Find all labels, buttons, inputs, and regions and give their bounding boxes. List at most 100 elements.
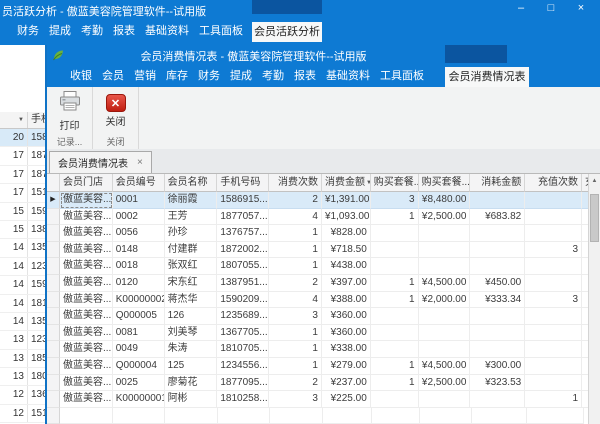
- vertical-scrollbar[interactable]: ▲: [588, 174, 600, 424]
- ribbon-tab[interactable]: 工具面板: [375, 67, 429, 83]
- table-row[interactable]: 傲蓝美容...Q0000051261235689...3¥360.00: [47, 308, 589, 325]
- back-table-row[interactable]: 1415902: [0, 276, 45, 294]
- column-header[interactable]: 会员名称: [165, 174, 218, 192]
- cell-pkg_count: [371, 341, 419, 358]
- back-table-row[interactable]: 1213600: [0, 386, 45, 404]
- maximize-icon[interactable]: □: [536, 0, 566, 18]
- minimize-icon[interactable]: –: [506, 0, 536, 18]
- ribbon-tab[interactable]: 会员: [97, 67, 129, 83]
- cell-count: 1: [269, 225, 322, 242]
- ribbon-tab[interactable]: 营销: [129, 67, 161, 83]
- ribbon-tab[interactable]: 收银: [65, 67, 97, 83]
- cell-name: 宋东红: [165, 275, 218, 292]
- table-row[interactable]: 傲蓝美容...0056孙珍1376757...1¥828.00: [47, 225, 589, 242]
- tab-close-icon[interactable]: ×: [137, 157, 143, 168]
- column-header[interactable]: 消耗金额: [470, 174, 525, 192]
- back-table-row[interactable]: 1418102: [0, 295, 45, 313]
- table-row[interactable]: 傲蓝美容...0148付建群1872002...1¥718.503: [47, 242, 589, 259]
- back-table-row[interactable]: 1413576: [0, 313, 45, 331]
- cell-phone: 1387951...: [217, 275, 269, 292]
- back-table-row[interactable]: 1312345: [0, 331, 45, 349]
- ribbon-tab[interactable]: 报表: [108, 22, 140, 38]
- cell-phone: 1810258...: [217, 391, 269, 408]
- ribbon-tab[interactable]: 工具面板: [194, 22, 248, 38]
- print-button[interactable]: 打印: [59, 87, 81, 135]
- back-table-row[interactable]: 1515975: [0, 203, 45, 221]
- ribbon-tab[interactable]: 基础资料: [140, 22, 194, 38]
- back-table-row[interactable]: 1215179: [0, 405, 45, 423]
- column-header[interactable]: 会员编号: [113, 174, 165, 192]
- back-table-row[interactable]: 1718770: [0, 147, 45, 165]
- cell-consumed: ¥323.53: [470, 375, 525, 392]
- back-table-row[interactable]: 1718720: [0, 166, 45, 184]
- row-indicator: [47, 308, 60, 325]
- cell-empty: [372, 408, 420, 424]
- cell-empty: [527, 408, 584, 424]
- table-row[interactable]: 傲蓝美容...Q0000041251234556...1¥279.001¥4,5…: [47, 358, 589, 375]
- column-header[interactable]: 会员门店: [60, 174, 113, 192]
- front-ribbon-tabs: 会员消费情况表 收银会员营销库存财务提成考勤报表基础资料工具面板: [47, 63, 600, 87]
- table-row[interactable]: 傲蓝美容...0049朱涛1810705...1¥338.00: [47, 341, 589, 358]
- ribbon-tab[interactable]: 提成: [44, 22, 76, 38]
- cell-consumed: [470, 225, 525, 242]
- table-row[interactable]: 傲蓝美容...0081刘美琴1367705...1¥360.00: [47, 325, 589, 342]
- row-indicator: [47, 275, 60, 292]
- table-row[interactable]: 傲蓝美容...0025廖菊花1877095...2¥237.001¥2,500.…: [47, 375, 589, 392]
- table-row[interactable]: 傲蓝美容...0120宋东红1387951...2¥397.001¥4,500.…: [47, 275, 589, 292]
- cell-pkg_amount: ¥4,500.00: [419, 275, 471, 292]
- cell-empty: [420, 408, 472, 424]
- back-phone-header[interactable]: 手机: [28, 112, 45, 128]
- column-header[interactable]: 购买套餐...: [419, 174, 471, 192]
- cell-count: 2: [269, 275, 322, 292]
- close-report-button[interactable]: ✕ 关闭: [106, 87, 126, 135]
- back-sort-header[interactable]: ▼: [0, 112, 28, 128]
- back-table-row[interactable]: 1412356: [0, 258, 45, 276]
- cell-consumed: [470, 341, 525, 358]
- ribbon-tab[interactable]: 财务: [12, 22, 44, 38]
- cell-phone: 1376757...: [217, 225, 269, 242]
- cell-id: 0001: [113, 192, 165, 209]
- ribbon-tab[interactable]: 报表: [289, 67, 321, 83]
- column-header[interactable]: 手机号码: [217, 174, 269, 192]
- close-icon[interactable]: ×: [566, 0, 596, 18]
- column-header[interactable]: 购买套餐...: [371, 174, 419, 192]
- table-row[interactable]: 傲蓝美容...0002王芳1877057...4¥1,093.001¥2,500…: [47, 209, 589, 226]
- ribbon-tab[interactable]: 基础资料: [321, 67, 375, 83]
- cell-id: 0049: [113, 341, 165, 358]
- column-header[interactable]: 消费次数: [269, 174, 322, 192]
- column-header[interactable]: 充值次数: [525, 174, 582, 192]
- cell-consumed: ¥450.00: [470, 275, 525, 292]
- back-table-row[interactable]: 1715170: [0, 184, 45, 202]
- cell-count: 14: [0, 295, 28, 312]
- back-active-tab[interactable]: 会员活跃分析: [252, 22, 322, 42]
- back-table-row[interactable]: 1318070: [0, 368, 45, 386]
- front-active-tab[interactable]: 会员消费情况表: [445, 67, 529, 87]
- cell-consumed: [470, 308, 525, 325]
- ribbon-tab[interactable]: 考勤: [76, 22, 108, 38]
- table-row[interactable]: 傲蓝美容...K00000001阿彬1810258...3¥225.001: [47, 391, 589, 408]
- column-header[interactable]: 消费金额▼: [322, 174, 371, 192]
- table-row[interactable]: ▶傲蓝美容...0001徐丽霞1586915...2¥1,391.003¥8,4…: [47, 192, 589, 209]
- back-table-row[interactable]: 1513879: [0, 221, 45, 239]
- back-titlebar: 员活跃分析 - 傲蓝美容院管理软件--试用版 – □ ×: [0, 0, 600, 18]
- cell-recharge: [525, 325, 582, 342]
- cell-name: 朱涛: [165, 341, 218, 358]
- ribbon-tab[interactable]: 库存: [161, 67, 193, 83]
- back-table-row[interactable]: 1318565: [0, 350, 45, 368]
- back-table-row[interactable]: 2015869: [0, 129, 45, 147]
- cell-count: 14: [0, 276, 28, 293]
- scrollbar-thumb[interactable]: [590, 194, 599, 242]
- cell-pkg_amount: [419, 258, 471, 275]
- ribbon-tab[interactable]: 考勤: [257, 67, 289, 83]
- table-row[interactable]: 傲蓝美容...0018张双红1807055...1¥438.00: [47, 258, 589, 275]
- cell-empty: [323, 408, 372, 424]
- cell-amount: ¥237.00: [322, 375, 371, 392]
- document-tab[interactable]: 会员消费情况表 ×: [49, 151, 152, 173]
- ribbon-tab[interactable]: 提成: [225, 67, 257, 83]
- cell-recharge: [525, 308, 582, 325]
- table-row[interactable]: 傲蓝美容...K00000002蒋杰华1590209...4¥388.001¥2…: [47, 292, 589, 309]
- back-table-row[interactable]: 1413556: [0, 239, 45, 257]
- cell-amount: ¥438.00: [322, 258, 371, 275]
- ribbon-tab[interactable]: 财务: [193, 67, 225, 83]
- scroll-up-icon[interactable]: ▲: [589, 174, 600, 188]
